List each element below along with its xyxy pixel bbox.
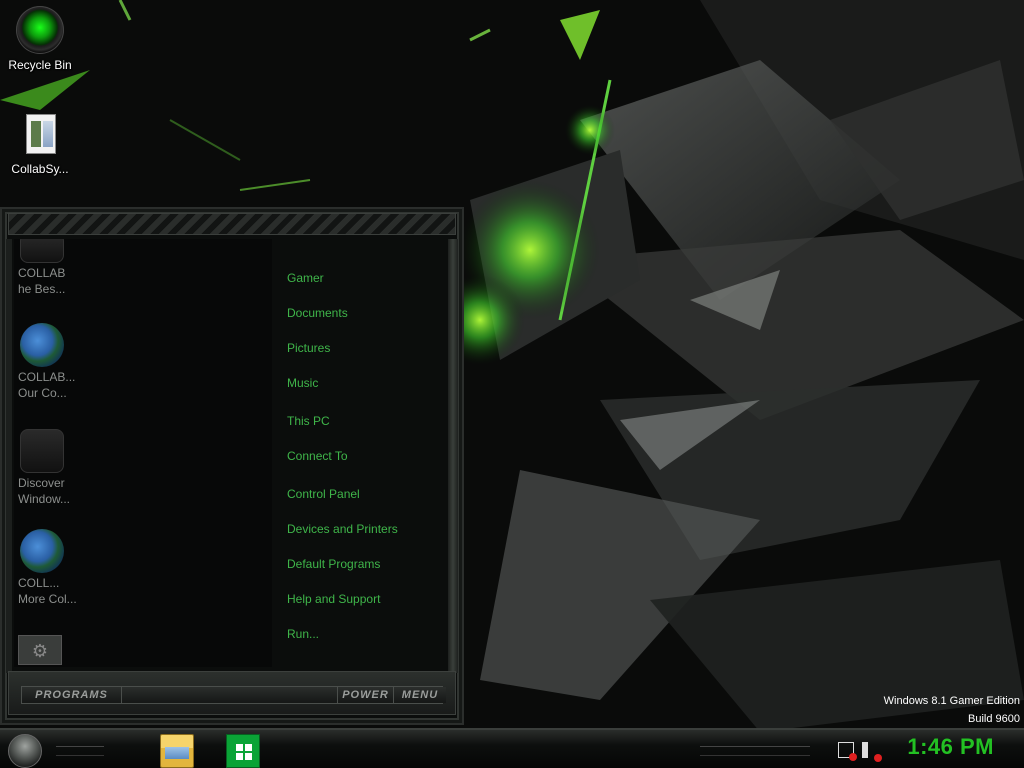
app-icon (20, 239, 64, 263)
menu-button[interactable]: MENU (394, 687, 446, 703)
program-item[interactable]: COLLAB he Bes... (18, 239, 88, 297)
taskbar-decoration (56, 746, 104, 756)
program-item[interactable]: Discover Window... (18, 429, 88, 507)
program-item-line1: COLL... (18, 576, 60, 590)
globe-icon (20, 529, 64, 573)
program-item-line2: Window... (18, 492, 71, 506)
gear-icon: ⚙ (18, 635, 62, 665)
document-icon (16, 110, 64, 158)
desktop-icon-label: CollabSy... (11, 162, 69, 176)
program-item-line2: Our Co... (18, 386, 67, 400)
app-icon (20, 429, 64, 473)
start-menu-left-rail (6, 239, 12, 673)
start-menu-programs-list: COLLAB he Bes... COLLAB... Our Co... Dis… (14, 239, 272, 667)
start-link-gamer[interactable]: Gamer (287, 271, 324, 285)
os-build-watermark: Windows 8.1 Gamer Edition Build 9600 (884, 692, 1020, 728)
program-item-line2: More Col... (18, 592, 77, 606)
start-button[interactable] (8, 734, 42, 768)
all-programs-button[interactable]: PROGRAMS (22, 687, 122, 703)
start-menu-footer: PROGRAMS POWER MENU (8, 671, 456, 715)
taskbar: 1:46 PM (0, 728, 1024, 768)
start-link-connect-to[interactable]: Connect To (287, 449, 348, 463)
start-link-devices-and-printers[interactable]: Devices and Printers (287, 522, 398, 536)
taskbar-decoration (700, 746, 810, 756)
start-link-control-panel[interactable]: Control Panel (287, 487, 360, 501)
watermark-build: Build 9600 (968, 713, 1020, 725)
desktop-icon-recycle-bin[interactable]: Recycle Bin (0, 6, 80, 72)
program-item-line1: Discover (18, 476, 65, 490)
globe-icon (20, 323, 64, 367)
start-link-documents[interactable]: Documents (287, 306, 348, 320)
program-item-line1: COLLAB... (18, 370, 76, 384)
program-item-line1: COLLAB (18, 266, 66, 280)
start-link-help-and-support[interactable]: Help and Support (287, 592, 380, 606)
start-menu-links: Gamer Documents Pictures Music This PC C… (277, 239, 447, 667)
start-link-music[interactable]: Music (287, 376, 318, 390)
taskbar-clock[interactable]: 1:46 PM (907, 734, 994, 760)
start-menu-footer-spacer (122, 687, 338, 703)
start-menu-right-rail (448, 239, 458, 673)
start-menu: COLLAB he Bes... COLLAB... Our Co... Dis… (0, 207, 464, 725)
program-item[interactable]: COLL... More Col... (18, 529, 88, 607)
start-link-run[interactable]: Run... (287, 627, 319, 641)
store-icon[interactable] (226, 734, 260, 768)
start-link-default-programs[interactable]: Default Programs (287, 557, 380, 571)
program-item[interactable]: COLLAB... Our Co... (18, 323, 88, 401)
volume-muted-icon[interactable] (862, 742, 882, 762)
recycle-bin-icon (16, 6, 64, 54)
network-error-icon[interactable] (838, 742, 857, 761)
program-item-settings[interactable]: ⚙ (18, 635, 88, 665)
power-button[interactable]: POWER (338, 687, 394, 703)
watermark-edition: Windows 8.1 Gamer Edition (883, 695, 1020, 707)
start-link-pictures[interactable]: Pictures (287, 341, 330, 355)
program-item-line2: he Bes... (18, 282, 66, 296)
start-menu-header-stripes (8, 213, 456, 235)
desktop-icon-collabsy[interactable]: CollabSy... (0, 110, 80, 176)
start-menu-footer-bar: PROGRAMS POWER MENU (21, 686, 446, 704)
start-link-this-pc[interactable]: This PC (287, 414, 330, 428)
file-explorer-icon[interactable] (160, 734, 194, 768)
desktop-icon-label: Recycle Bin (8, 58, 72, 72)
